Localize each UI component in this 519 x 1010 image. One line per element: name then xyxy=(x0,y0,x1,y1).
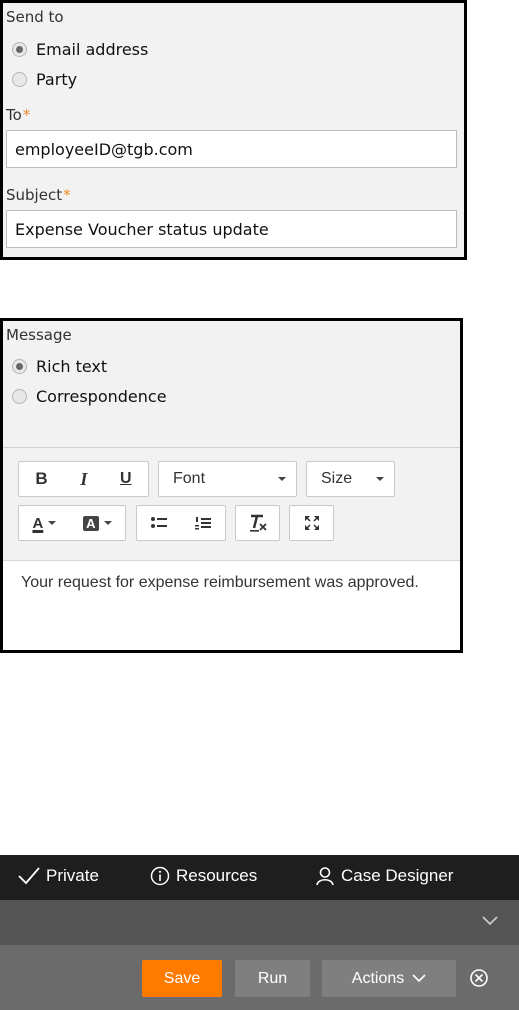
font-dropdown-label: Font xyxy=(173,470,206,487)
size-dropdown[interactable]: Size xyxy=(306,461,395,497)
font-dropdown[interactable]: Font xyxy=(158,461,297,497)
info-circle-icon xyxy=(150,866,170,886)
italic-button[interactable]: I xyxy=(80,469,87,490)
action-bar: Save Run Actions xyxy=(0,945,519,1010)
bg-color-button[interactable]: A xyxy=(83,515,112,531)
editor-toolbar: B I U Font Size A A xyxy=(3,448,460,561)
radio-rich-text-label: Rich text xyxy=(36,357,108,376)
message-label: Message xyxy=(6,326,72,344)
radio-party[interactable]: Party xyxy=(12,70,77,89)
bold-button[interactable]: B xyxy=(35,469,47,489)
radio-email-address[interactable]: Email address xyxy=(12,40,148,59)
subject-label-row: Subject* xyxy=(6,186,71,204)
bullet-list-button[interactable] xyxy=(150,515,168,531)
check-icon xyxy=(18,867,40,885)
close-circle-icon[interactable] xyxy=(469,968,489,988)
nav-case-designer[interactable]: Case Designer xyxy=(315,866,453,886)
caret-down-icon xyxy=(376,477,384,481)
clear-format-button[interactable] xyxy=(235,505,280,541)
caret-down-icon xyxy=(103,521,112,525)
text-color-icon: A xyxy=(32,514,44,532)
radio-unselected-icon[interactable] xyxy=(12,389,27,404)
secondary-bar xyxy=(0,900,519,945)
format-group: B I U xyxy=(18,461,149,497)
nav-case-designer-label: Case Designer xyxy=(341,866,454,885)
to-field[interactable]: employeeID@tgb.com xyxy=(6,130,457,168)
radio-email-address-label: Email address xyxy=(36,40,149,59)
radio-selected-icon[interactable] xyxy=(12,359,27,374)
text-color-button[interactable]: A xyxy=(32,514,57,532)
designer-nav: Private Resources Case Designer xyxy=(0,855,519,900)
caret-down-icon xyxy=(278,477,286,481)
radio-party-label: Party xyxy=(36,70,78,89)
nav-resources[interactable]: Resources xyxy=(150,866,257,886)
radio-unselected-icon[interactable] xyxy=(12,72,27,87)
radio-correspondence-label: Correspondence xyxy=(36,387,167,406)
chevron-down-icon xyxy=(412,974,426,983)
nav-resources-label: Resources xyxy=(176,866,258,885)
maximize-button[interactable] xyxy=(289,505,334,541)
user-icon xyxy=(316,867,334,886)
actions-button-label: Actions xyxy=(351,969,405,987)
save-button[interactable]: Save xyxy=(142,960,222,997)
to-label-row: To* xyxy=(6,106,30,124)
chevron-down-icon[interactable] xyxy=(482,916,498,926)
subject-label: Subject xyxy=(6,186,63,204)
required-star-icon: * xyxy=(63,186,71,204)
run-button[interactable]: Run xyxy=(235,960,310,997)
underline-button[interactable]: U xyxy=(120,470,132,488)
bg-color-icon: A xyxy=(83,515,99,531)
color-group: A A xyxy=(18,505,126,541)
send-to-panel: Send to Email address Party To* employee… xyxy=(0,0,467,260)
expand-icon xyxy=(304,516,319,530)
send-to-label: Send to xyxy=(6,8,64,26)
bullet-list-icon xyxy=(151,517,167,528)
size-dropdown-label: Size xyxy=(321,470,353,487)
numbered-list-icon xyxy=(195,517,211,530)
subject-field[interactable]: Expense Voucher status update xyxy=(6,210,457,248)
editor-body[interactable]: Your request for expense reimbursement w… xyxy=(21,573,441,593)
numbered-list-button[interactable] xyxy=(194,515,212,531)
radio-correspondence[interactable]: Correspondence xyxy=(12,387,167,406)
radio-rich-text[interactable]: Rich text xyxy=(12,357,107,376)
designer-footer: Private Resources Case Designer Save Run… xyxy=(0,855,519,1010)
actions-button[interactable]: Actions xyxy=(322,960,456,997)
caret-down-icon xyxy=(48,521,57,525)
nav-private[interactable]: Private xyxy=(18,866,99,886)
required-star-icon: * xyxy=(22,106,31,124)
clear-format-icon xyxy=(249,514,267,532)
radio-selected-icon[interactable] xyxy=(12,42,27,57)
nav-private-label: Private xyxy=(46,866,99,885)
message-panel: Message Rich text Correspondence B I U F… xyxy=(0,318,463,653)
rich-text-editor[interactable]: B I U Font Size A A Your request for exp… xyxy=(3,447,460,650)
list-group xyxy=(136,505,226,541)
to-label: To xyxy=(6,106,22,124)
